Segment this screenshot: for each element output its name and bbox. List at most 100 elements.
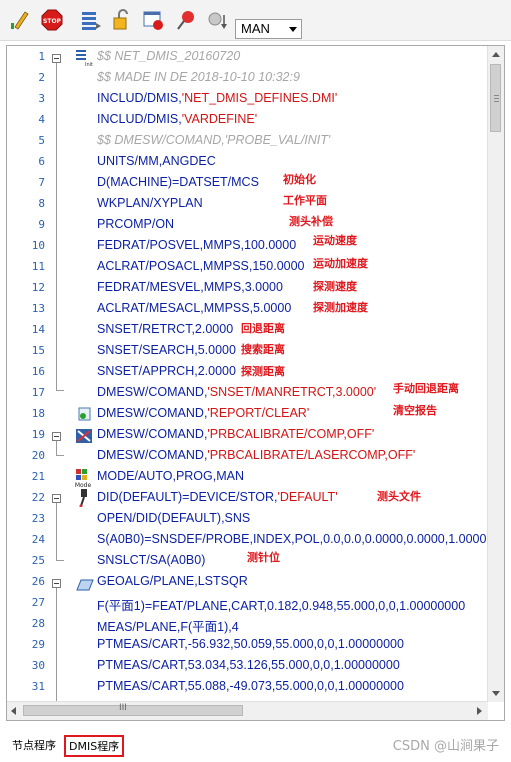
- horizontal-scroll-thumb[interactable]: III: [23, 703, 243, 716]
- code-token: DMESW/COMAND,: [97, 406, 208, 420]
- line-number: 26: [31, 575, 45, 588]
- code-token: ACLRAT/POSACL,MMPSS,150.0000: [97, 259, 305, 273]
- code-token: $$ NET_DMIS_20160720: [97, 49, 241, 63]
- code-text: SNSET/APPRCH,2.0000: [97, 364, 236, 378]
- code-line[interactable]: 9 PRCOMP/ON: [7, 215, 487, 236]
- line-number: 28: [31, 617, 45, 630]
- lock-open-icon[interactable]: [111, 9, 133, 31]
- code-token: PTMEAS/CART,53.034,53.126,55.000,0,0,1.0…: [97, 658, 400, 672]
- vertical-scroll-thumb[interactable]: [490, 64, 501, 132]
- code-text: ACLRAT/POSACL,MMPSS,150.0000: [97, 259, 305, 273]
- line-number: 29: [31, 638, 45, 651]
- code-token: ANGDEC: [162, 154, 216, 168]
- code-line[interactable]: 23 OPEN/DID(DEFAULT),SNS: [7, 509, 487, 530]
- window-stop-icon[interactable]: [142, 9, 164, 31]
- program-list-icon[interactable]: [80, 9, 102, 31]
- probe-device-icon: [77, 489, 91, 511]
- code-line[interactable]: 31 PTMEAS/CART,55.088,-49.073,55.000,0,0,…: [7, 677, 487, 698]
- code-token: SNSLCT/SA(A0B0): [97, 553, 206, 567]
- scroll-down-icon[interactable]: [492, 691, 500, 696]
- code-token: S(A0B0)=SNSDEF/PROBE,INDEX,POL,0.0,0.0,0…: [97, 532, 504, 546]
- watermark: CSDN @山涧果子: [392, 739, 499, 754]
- code-line[interactable]: 3 INCLUD/DMIS,'NET_DMIS_DEFINES.DMI': [7, 89, 487, 110]
- line-number: 30: [31, 659, 45, 672]
- line-number: 21: [31, 470, 45, 483]
- fold-toggle[interactable]: [52, 432, 61, 441]
- line-number: 23: [31, 512, 45, 525]
- tab-node-program[interactable]: 节点程序: [12, 737, 56, 753]
- code-token: $$ MADE IN DE 2018-10-10 10:32:9: [97, 70, 300, 84]
- line-number: 1: [38, 50, 45, 63]
- fold-toggle[interactable]: [52, 494, 61, 503]
- init-program-icon: Init: [75, 49, 93, 71]
- line-number: 5: [38, 134, 45, 147]
- code-token: SNSET/SEARCH,5.0000: [97, 343, 236, 357]
- code-token: 'VARDEFINE': [181, 112, 258, 126]
- line-number: 7: [38, 176, 45, 189]
- code-line[interactable]: 4 INCLUD/DMIS,'VARDEFINE': [7, 110, 487, 131]
- line-number: 2: [38, 71, 45, 84]
- code-text: PRCOMP/ON: [97, 217, 174, 231]
- code-text: SNSET/SEARCH,5.0000: [97, 343, 236, 357]
- scroll-left-icon[interactable]: [11, 707, 16, 715]
- fold-toggle[interactable]: [52, 579, 61, 588]
- line-number: 6: [38, 155, 45, 168]
- code-line[interactable]: 28 MEAS/PLANE,F(平面1),4: [7, 614, 487, 635]
- code-line[interactable]: 29 PTMEAS/CART,-56.932,50.059,55.000,0,0,…: [7, 635, 487, 656]
- line-number: 17: [31, 386, 45, 399]
- code-token: DMESW/COMAND,: [97, 448, 208, 462]
- annotation-label: 测头补偿: [289, 215, 333, 228]
- annotation-label: 测针位: [247, 551, 280, 564]
- code-text: GEOALG/PLANE,LSTSQR: [97, 574, 248, 588]
- code-text: $$ MADE IN DE 2018-10-10 10:32:9: [97, 70, 300, 84]
- tab-dmis-program[interactable]: DMIS程序: [64, 735, 125, 757]
- dmis-code-editor[interactable]: 1 $$ NET_DMIS_20160720 2 $$ MADE IN DE 2018…: [6, 45, 505, 721]
- code-line[interactable]: 6 UNITS/MM,ANGDEC: [7, 152, 487, 173]
- code-token: MODE/AUTO,PROG,MAN: [97, 469, 245, 483]
- code-token: PRCOMP/ON: [97, 217, 175, 231]
- fold-guide: [56, 586, 57, 720]
- line-number: 31: [31, 680, 45, 693]
- fold-toggle[interactable]: [52, 54, 61, 63]
- probe-down-icon[interactable]: [206, 9, 228, 31]
- code-line[interactable]: 11 ACLRAT/POSACL,MMPSS,150.0000: [7, 257, 487, 278]
- code-token: 'PRBCALIBRATE/LASERCOMP,OFF': [207, 448, 416, 462]
- fold-guide-end: [56, 390, 64, 391]
- pin-icon[interactable]: [175, 9, 197, 31]
- code-line[interactable]: 13 ACLRAT/MESACL,MMPSS,5.0000: [7, 299, 487, 320]
- code-token: INCLUD/DMIS,: [97, 91, 182, 105]
- line-number: 27: [31, 596, 45, 609]
- code-line[interactable]: 10 FEDRAT/POSVEL,MMPS,100.0000: [7, 236, 487, 257]
- code-line[interactable]: 7 D(MACHINE)=DATSET/MCS: [7, 173, 487, 194]
- scroll-up-icon[interactable]: [492, 52, 500, 57]
- code-line[interactable]: 12 FEDRAT/MESVEL,MMPS,3.0000: [7, 278, 487, 299]
- report-clear-icon: [77, 406, 93, 426]
- mode-select[interactable]: MAN: [235, 19, 302, 39]
- stop-icon[interactable]: STOP: [41, 9, 63, 31]
- code-text: MEAS/PLANE,F(平面1),4: [97, 616, 239, 635]
- line-number: 24: [31, 533, 45, 546]
- plane-icon: [76, 577, 94, 596]
- fold-guide: [56, 59, 57, 390]
- line-number: 3: [38, 92, 45, 105]
- scroll-right-icon[interactable]: [477, 707, 482, 715]
- edit-pen-icon[interactable]: [9, 9, 31, 31]
- code-token: FEDRAT/MESVEL,MMPS,3.0000: [97, 280, 283, 294]
- annotation-label: 测头文件: [377, 490, 421, 503]
- code-line[interactable]: 5 $$ DMESW/COMAND,'PROBE_VAL/INIT': [7, 131, 487, 152]
- code-token: UNITS/MM,: [97, 154, 163, 168]
- code-token: 'PRBCALIBRATE/COMP,OFF': [207, 427, 375, 441]
- code-line[interactable]: 2 $$ MADE IN DE 2018-10-10 10:32:9: [7, 68, 487, 89]
- vertical-scrollbar[interactable]: [487, 46, 504, 702]
- annotation-label: 探测加速度: [313, 301, 368, 314]
- horizontal-scrollbar[interactable]: III: [7, 701, 488, 720]
- code-line[interactable]: 24 S(A0B0)=SNSDEF/PROBE,INDEX,POL,0.0,0.0…: [7, 530, 504, 551]
- code-token: 'DEFAULT': [277, 490, 338, 504]
- svg-text:Mode: Mode: [75, 482, 92, 488]
- code-line[interactable]: 27 F(平面1)=FEAT/PLANE,CART,0.182,0.948,55.…: [7, 593, 487, 614]
- code-line[interactable]: 8 WKPLAN/XYPLAN: [7, 194, 487, 215]
- scroll-grip: III: [119, 703, 127, 713]
- code-line[interactable]: 30 PTMEAS/CART,53.034,53.126,55.000,0,0,1…: [7, 656, 487, 677]
- code-token: FEDRAT/POSVEL,MMPS,100.0000: [97, 238, 297, 252]
- code-line[interactable]: 20 DMESW/COMAND,'PRBCALIBRATE/LASERCOMP,O…: [7, 446, 487, 467]
